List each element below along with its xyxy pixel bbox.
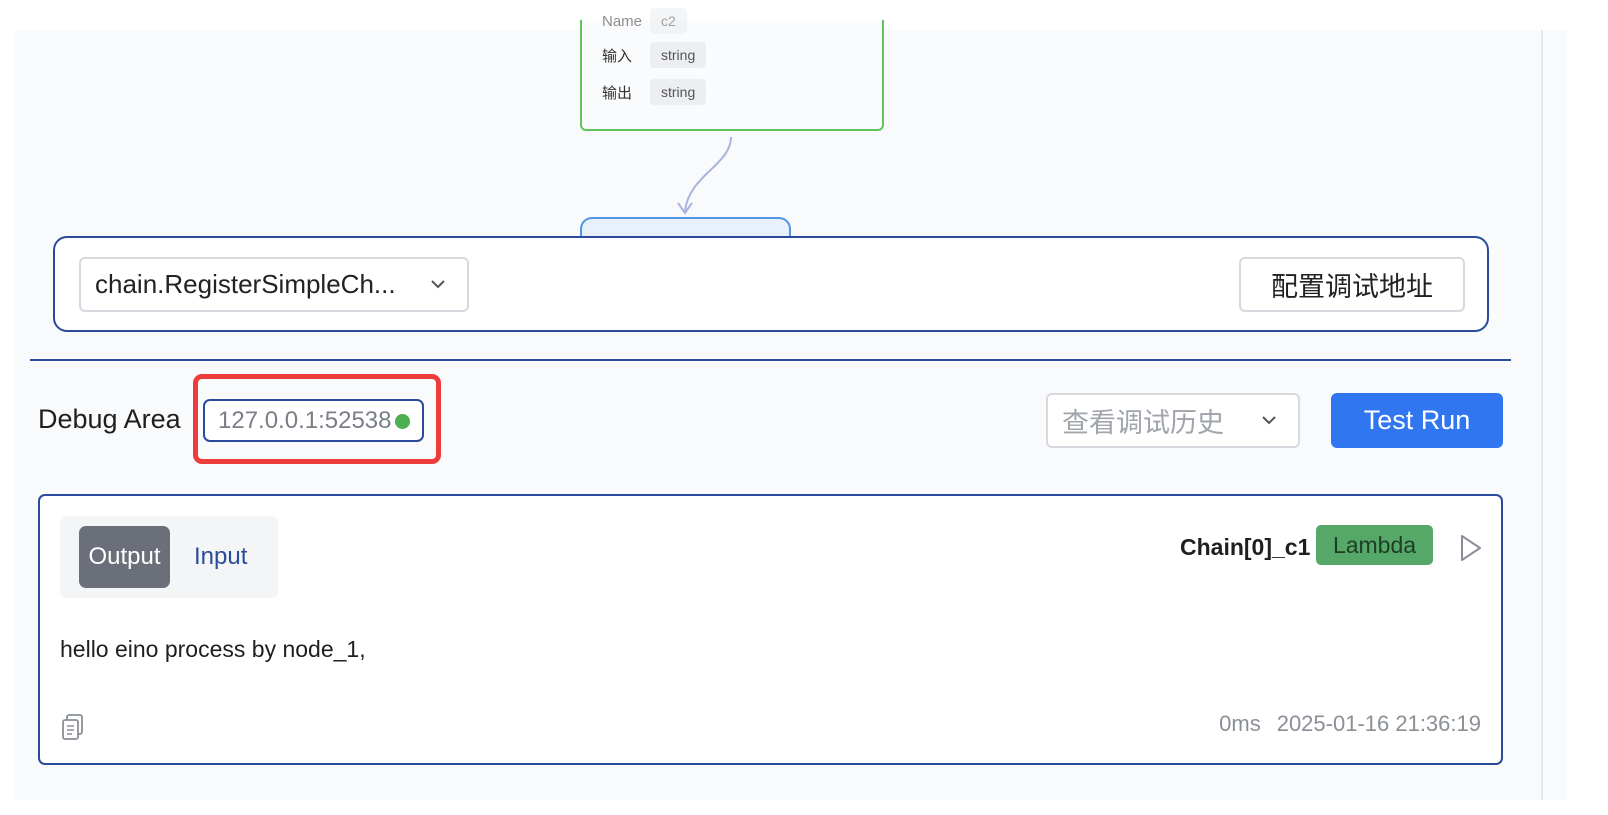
node-name-row: Name c2 bbox=[602, 8, 687, 34]
result-tabs: Output Input bbox=[60, 516, 278, 598]
result-output-text: hello eino process by node_1, bbox=[60, 636, 366, 662]
tab-input[interactable]: Input bbox=[194, 526, 247, 588]
node-type-badge: Lambda bbox=[1316, 525, 1433, 565]
status-dot-icon bbox=[395, 414, 410, 429]
node-output-type: string bbox=[650, 79, 707, 105]
tab-output[interactable]: Output bbox=[79, 526, 170, 588]
history-placeholder: 查看调试历史 bbox=[1062, 408, 1224, 438]
graph-select-value: chain.RegisterSimpleCh... bbox=[95, 269, 396, 299]
node-name-value: c2 bbox=[650, 8, 687, 34]
chevron-down-icon bbox=[431, 280, 445, 289]
debug-area-title: Debug Area bbox=[38, 404, 181, 434]
graph-select[interactable]: chain.RegisterSimpleCh... bbox=[79, 257, 469, 312]
node-output-label: 输出 bbox=[602, 84, 633, 102]
node-name-label: Name bbox=[602, 12, 643, 30]
result-timestamp: 2025-01-16 21:36:19 bbox=[1276, 711, 1481, 736]
graph-toolbar: chain.RegisterSimpleCh... 配置调试地址 bbox=[53, 236, 1489, 332]
node-input-row: 输入 string bbox=[602, 42, 707, 68]
debug-address-chip[interactable]: 127.0.0.1:52538 bbox=[203, 399, 424, 442]
result-meta: 0ms 2025-01-16 21:36:19 bbox=[1219, 711, 1481, 737]
copy-icon[interactable] bbox=[60, 713, 86, 741]
result-card: Output Input Chain[0]_c1 Lambda hello ei… bbox=[38, 494, 1503, 765]
graph-node-c2[interactable]: Name c2 输入 string 输出 string bbox=[580, 8, 884, 131]
config-debug-address-button[interactable]: 配置调试地址 bbox=[1239, 257, 1465, 312]
test-run-button[interactable]: Test Run bbox=[1331, 393, 1503, 448]
scroll-rail[interactable] bbox=[1541, 30, 1543, 800]
node-input-label: 输入 bbox=[602, 47, 633, 65]
result-duration: 0ms bbox=[1219, 711, 1261, 736]
node-output-row: 输出 string bbox=[602, 79, 707, 105]
debug-canvas: Name c2 输入 string 输出 string chain.Regist… bbox=[15, 8, 1567, 800]
result-node-label: Chain[0]_c1 bbox=[1180, 534, 1311, 560]
debug-address-text: 127.0.0.1:52538 bbox=[218, 406, 392, 434]
chevron-down-icon bbox=[1262, 416, 1276, 425]
section-divider bbox=[30, 359, 1511, 361]
arrow-down-icon bbox=[677, 136, 732, 215]
play-icon[interactable] bbox=[1458, 533, 1484, 563]
debug-history-select[interactable]: 查看调试历史 bbox=[1046, 393, 1300, 448]
node-input-type: string bbox=[650, 42, 707, 68]
